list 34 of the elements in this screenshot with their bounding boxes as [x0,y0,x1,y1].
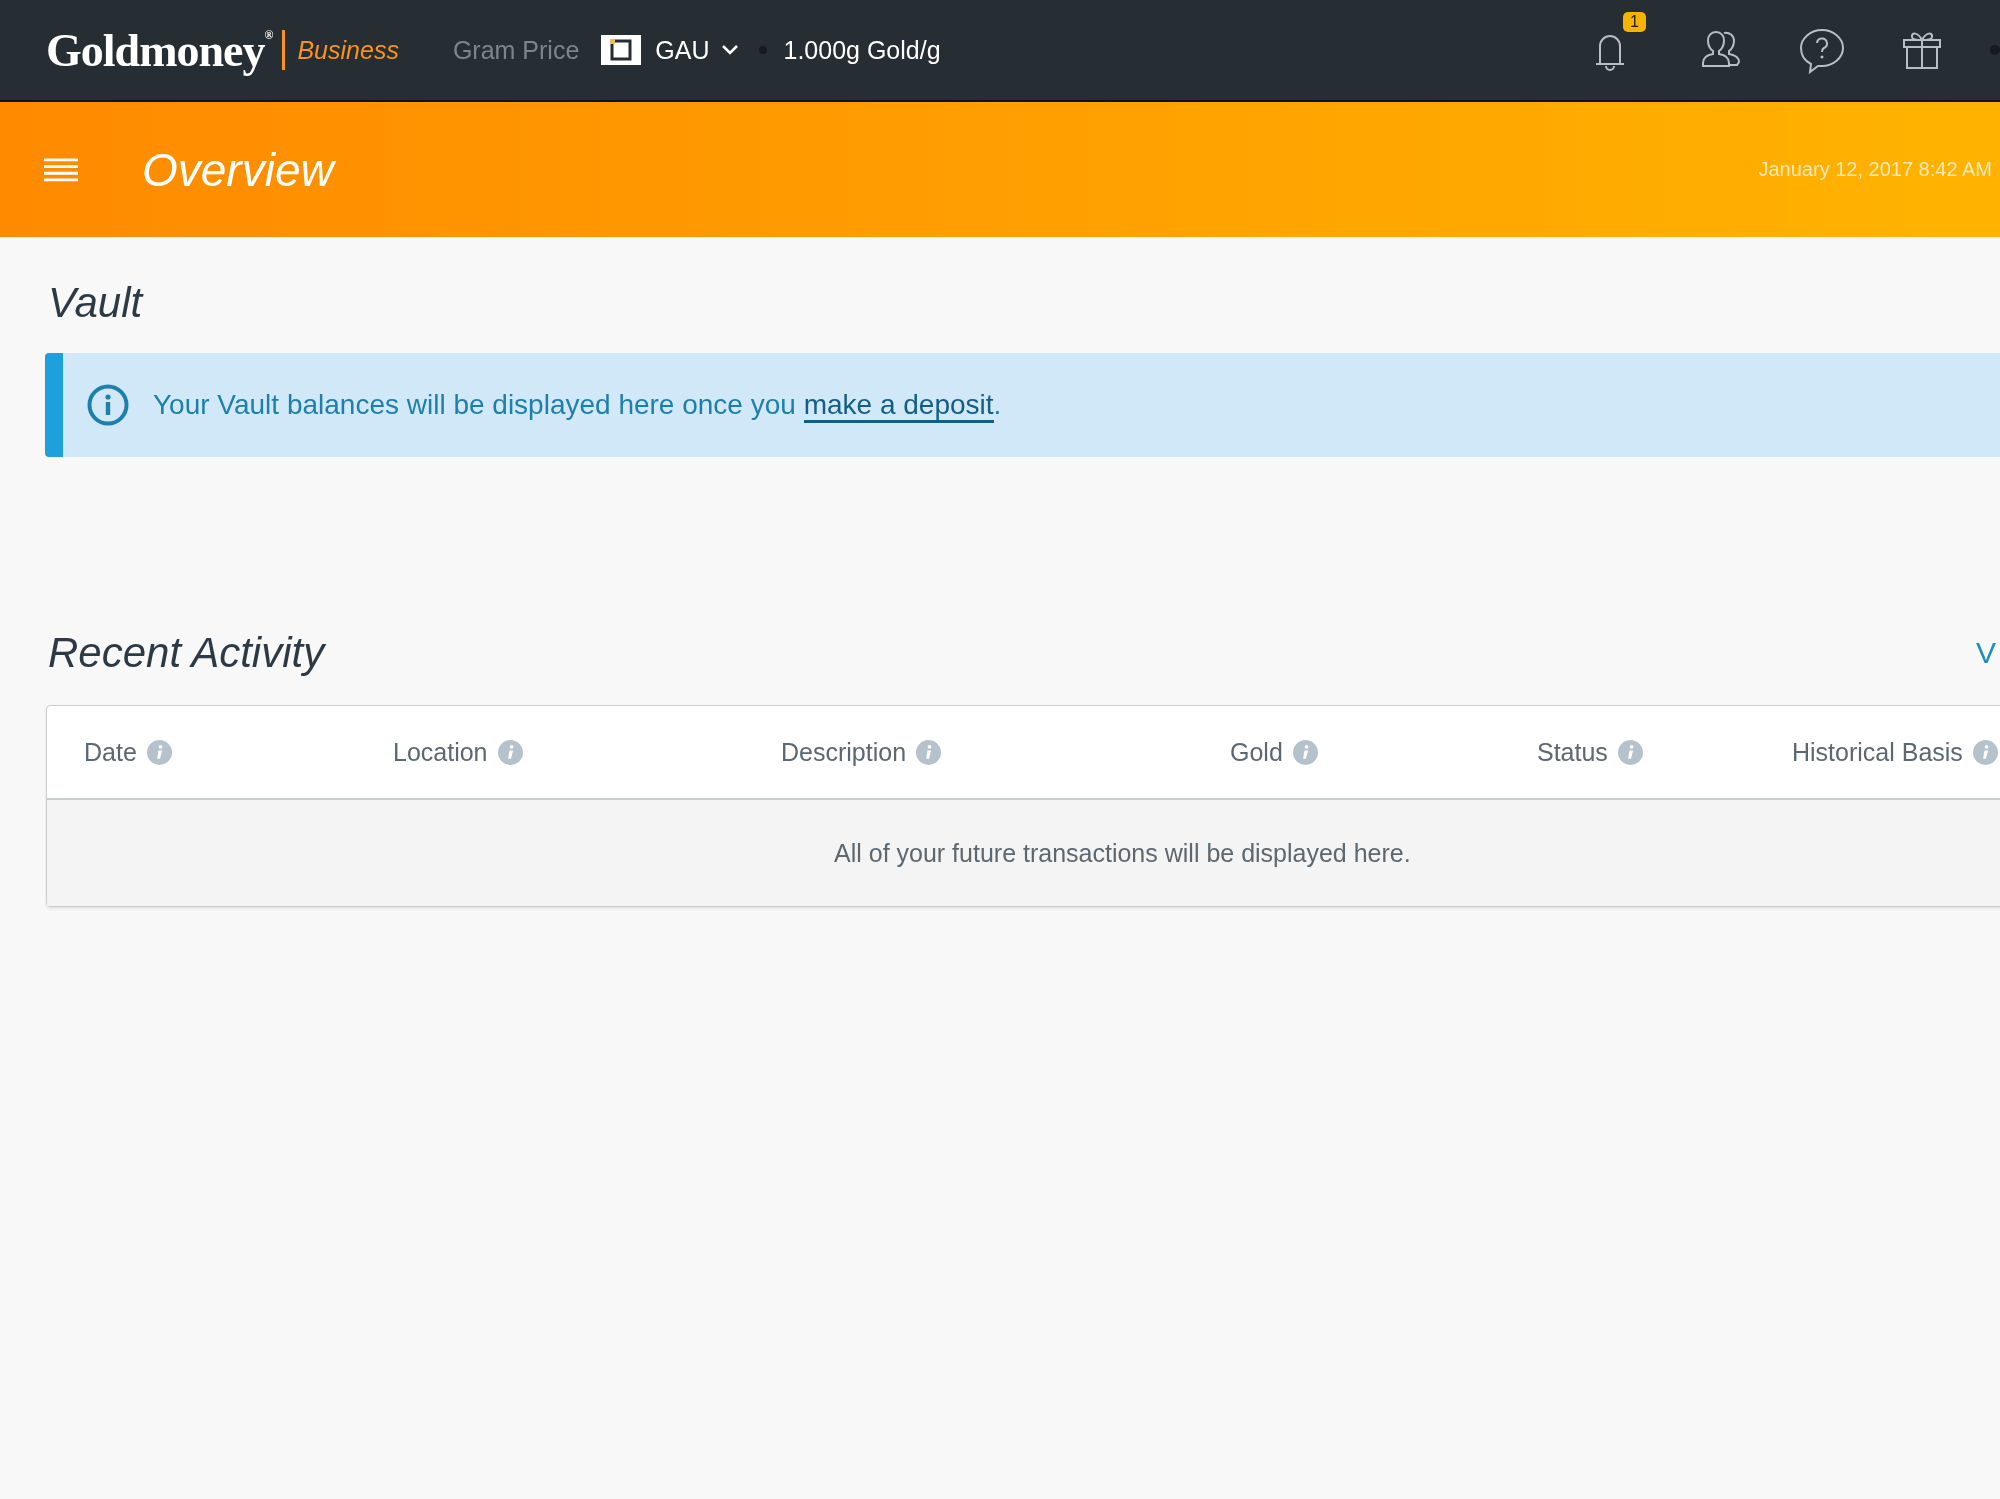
info-icon[interactable] [1292,739,1318,765]
menu-button[interactable] [44,157,78,182]
column-header[interactable]: Historical Basis [1792,737,1963,767]
column-header[interactable]: Location [393,737,488,767]
help-button[interactable] [1798,26,1846,74]
view-link[interactable]: V [1976,636,1996,670]
menu-icon [44,157,78,182]
notification-badge: 1 [1623,12,1646,32]
section-title: Recent Activity [48,629,325,677]
info-icon[interactable] [916,739,942,765]
section-title: Vault [48,279,145,327]
currency-dropdown[interactable]: GAU [655,35,740,65]
empty-message: All of your future transactions will be displayed here. [834,838,1411,868]
column-header[interactable]: Description [781,737,907,767]
info-message: Your Vault balances will be displayed here once you make a deposit. [153,389,1002,421]
info-icon[interactable] [497,739,523,765]
gram-price-label: Gram Price [452,35,580,65]
help-bubble-icon [1798,26,1846,74]
product-label: Business [297,35,399,65]
price-text: 1.000g Gold/g [783,35,941,65]
info-icon[interactable] [1617,739,1643,765]
info-icon[interactable] [1972,739,1998,765]
page-title: Overview [142,142,334,197]
notifications-button[interactable]: 1 [1586,12,1646,74]
info-icon [87,384,129,426]
chevron-down-icon [721,44,740,56]
column-header[interactable]: Date [84,737,137,767]
info-icon[interactable] [146,739,172,765]
date-time: January 12, 2017 8:42 AM [1758,158,1992,181]
deposit-link[interactable]: make a deposit [803,389,994,423]
column-header[interactable]: Gold [1230,737,1283,767]
column-header[interactable]: Status [1537,737,1608,767]
square-icon [601,35,642,65]
brand-logo[interactable]: Goldmoney$^{®}$ [46,23,273,77]
